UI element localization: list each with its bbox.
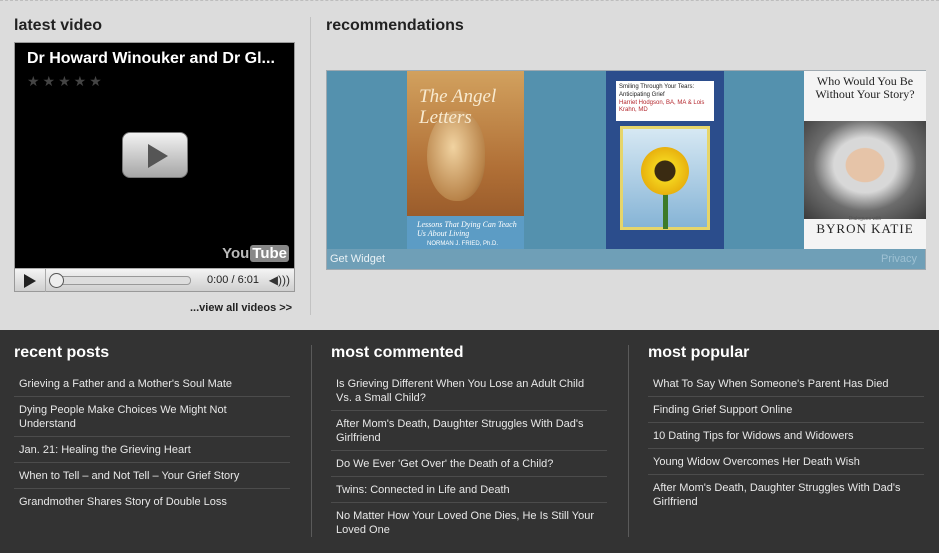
book-header: Smiling Through Your Tears: Anticipating… xyxy=(616,81,714,121)
list-item: No Matter How Your Loved One Dies, He Is… xyxy=(331,503,607,542)
recommendations-widget: The Angel Letters Lessons That Dying Can… xyxy=(326,70,926,270)
list-item: Do We Ever 'Get Over' the Death of a Chi… xyxy=(331,451,607,477)
top-section: latest video Dr Howard Winouker and Dr G… xyxy=(0,0,939,330)
list-item: Grandmother Shares Story of Double Loss xyxy=(14,489,290,514)
post-link[interactable]: Grieving a Father and a Mother's Soul Ma… xyxy=(19,377,285,391)
post-link[interactable]: What To Say When Someone's Parent Has Di… xyxy=(653,377,919,391)
most-popular-heading: most popular xyxy=(648,344,750,361)
recommendations-heading: recommendations xyxy=(326,17,464,34)
widget-footer: Get Widget Privacy xyxy=(327,249,925,269)
book-title: Who Would You Be Without Your Story? xyxy=(815,74,915,101)
time-display: 0:00 / 6:01 xyxy=(207,274,259,286)
post-link[interactable]: Do We Ever 'Get Over' the Death of a Chi… xyxy=(336,457,602,471)
video-player[interactable]: Dr Howard Winouker and Dr Gl... ★★★★★ Yo… xyxy=(14,42,295,292)
play-button-icon[interactable] xyxy=(24,274,36,288)
list-item: Twins: Connected in Life and Death xyxy=(331,477,607,503)
sunflower-head xyxy=(641,147,689,195)
post-link[interactable]: Twins: Connected in Life and Death xyxy=(336,483,602,497)
list-item: Finding Grief Support Online xyxy=(648,397,924,423)
post-link[interactable]: No Matter How Your Loved One Dies, He Is… xyxy=(336,509,602,537)
sunflower-image xyxy=(620,126,710,230)
column-divider xyxy=(311,345,312,537)
list-item: After Mom's Death, Daughter Struggles Wi… xyxy=(331,411,607,451)
bottom-section: recent posts Grieving a Father and a Mot… xyxy=(0,330,939,553)
post-link[interactable]: Is Grieving Different When You Lose an A… xyxy=(336,377,602,405)
post-link[interactable]: Finding Grief Support Online xyxy=(653,403,919,417)
post-link[interactable]: When to Tell – and Not Tell – Your Grief… xyxy=(19,469,285,483)
privacy-link[interactable]: Privacy xyxy=(881,253,917,265)
list-item: Grieving a Father and a Mother's Soul Ma… xyxy=(14,371,290,397)
sunflower-stem xyxy=(663,189,668,229)
section-divider xyxy=(310,17,311,315)
volume-icon[interactable]: ◀︎))) xyxy=(269,273,290,287)
progress-bar[interactable] xyxy=(51,276,191,285)
post-link[interactable]: After Mom's Death, Daughter Struggles Wi… xyxy=(653,481,919,509)
most-commented-heading: most commented xyxy=(331,344,464,361)
post-link[interactable]: Jan. 21: Healing the Grieving Heart xyxy=(19,443,285,457)
post-link[interactable]: Dying People Make Choices We Might Not U… xyxy=(19,403,285,431)
book-author: NORMAN J. FRIED, Ph.D. xyxy=(427,241,499,247)
book-angel-letters[interactable]: The Angel Letters Lessons That Dying Can… xyxy=(407,71,524,249)
book-title-line2: Anticipating Grief xyxy=(619,91,665,98)
most-popular-column: most popular What To Say When Someone's … xyxy=(648,344,924,514)
list-item: Young Widow Overcomes Her Death Wish xyxy=(648,449,924,475)
youtube-logo-tube: Tube xyxy=(250,245,289,262)
author-portrait xyxy=(804,121,926,219)
list-item: Is Grieving Different When You Lose an A… xyxy=(331,371,607,411)
book-author: BYRON KATIE xyxy=(816,221,914,236)
list-item: What To Say When Someone's Parent Has Di… xyxy=(648,371,924,397)
player-controls: 0:00 / 6:01 ◀︎))) xyxy=(15,268,294,292)
youtube-logo[interactable]: You Tube xyxy=(222,245,289,262)
youtube-logo-you: You xyxy=(222,245,250,262)
list-item: After Mom's Death, Daughter Struggles Wi… xyxy=(648,475,924,514)
latest-video-heading: latest video xyxy=(14,17,103,34)
post-link[interactable]: After Mom's Death, Daughter Struggles Wi… xyxy=(336,417,602,445)
view-all-videos-link[interactable]: ...view all videos >> xyxy=(190,302,292,314)
rating-stars[interactable]: ★★★★★ xyxy=(27,73,105,90)
list-item: Dying People Make Choices We Might Not U… xyxy=(14,397,290,437)
book-smiling-through-tears[interactable]: Smiling Through Your Tears: Anticipating… xyxy=(606,71,724,249)
post-link[interactable]: Young Widow Overcomes Her Death Wish xyxy=(653,455,919,469)
column-divider xyxy=(628,345,629,537)
get-widget-link[interactable]: Get Widget xyxy=(330,253,385,265)
post-link[interactable]: 10 Dating Tips for Widows and Widowers xyxy=(653,429,919,443)
list-item: Jan. 21: Healing the Grieving Heart xyxy=(14,437,290,463)
book-authors: Harriet Hodgson, BA, MA & Lois Krahn, MD xyxy=(619,99,705,114)
list-item: 10 Dating Tips for Widows and Widowers xyxy=(648,423,924,449)
video-title[interactable]: Dr Howard Winouker and Dr Gl... xyxy=(27,50,275,68)
most-commented-column: most commented Is Grieving Different Whe… xyxy=(331,344,607,542)
controls-separator xyxy=(45,269,46,292)
recent-posts-column: recent posts Grieving a Father and a Mot… xyxy=(14,344,290,514)
post-link[interactable]: Grandmother Shares Story of Double Loss xyxy=(19,495,285,509)
book-title: The Angel Letters xyxy=(419,86,497,128)
play-icon[interactable] xyxy=(122,132,188,178)
book-subtitle: Lessons That Dying Can Teach Us About Li… xyxy=(417,220,517,238)
seek-handle[interactable] xyxy=(49,273,64,288)
list-item: When to Tell – and Not Tell – Your Grief… xyxy=(14,463,290,489)
recent-posts-heading: recent posts xyxy=(14,344,110,361)
book-title-line1: Smiling Through Your Tears: xyxy=(619,84,695,90)
book-who-would-you-be[interactable]: Who Would You Be Without Your Story? Dia… xyxy=(804,71,926,249)
